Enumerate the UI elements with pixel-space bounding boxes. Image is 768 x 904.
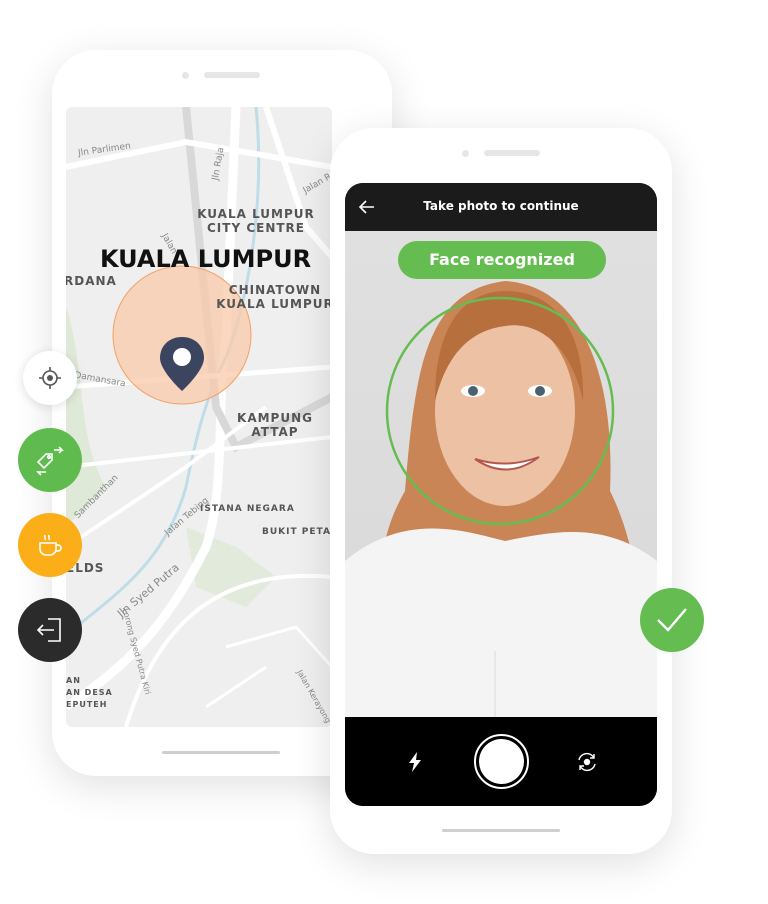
face-detection-circle (385, 296, 615, 526)
speaker (484, 150, 540, 156)
city-label: KUALA LUMPUR (100, 245, 312, 273)
switch-camera-icon[interactable] (576, 751, 598, 773)
district-label: BUKIT PETALING (262, 527, 332, 537)
logout-icon (36, 618, 61, 642)
speaker (204, 72, 260, 78)
camera-dot (182, 72, 189, 79)
flash-icon[interactable] (408, 752, 422, 772)
tag-swap-icon (36, 446, 64, 476)
coffee-button[interactable] (18, 513, 82, 577)
district-label: AN AN DESA EPUTEH (66, 676, 113, 709)
checkmark-icon (657, 608, 687, 632)
swap-tag-button[interactable] (18, 428, 82, 492)
locate-button[interactable] (23, 351, 77, 405)
shutter-button[interactable] (474, 734, 529, 789)
confirm-button[interactable] (640, 588, 704, 652)
locate-icon (39, 367, 61, 389)
district-label: KAMPUNG ATTAP (237, 411, 313, 439)
camera-dot (462, 150, 469, 157)
district-label: RDANA (66, 274, 117, 288)
selfie-photo: Face recognized (345, 231, 657, 717)
face-recognized-badge: Face recognized (398, 241, 606, 279)
district-label: ISTANA NEGARA (200, 504, 295, 514)
home-indicator (162, 751, 280, 754)
district-label: KUALA LUMPUR CITY CENTRE (197, 207, 315, 235)
camera-screen: Take photo to continue Face recognized (345, 183, 657, 806)
camera-title: Take photo to continue (423, 199, 579, 213)
coffee-cup-icon (39, 534, 62, 556)
logout-button[interactable] (18, 598, 82, 662)
district-label: CHINATOWN KUALA LUMPUR (216, 283, 332, 311)
camera-controls (345, 717, 657, 806)
map-view[interactable]: KUALA LUMPUR CITY CENTRE KUALA LUMPUR CH… (66, 107, 332, 727)
location-pin-icon[interactable] (158, 335, 206, 393)
home-indicator (442, 829, 560, 832)
camera-header: Take photo to continue (345, 183, 657, 231)
